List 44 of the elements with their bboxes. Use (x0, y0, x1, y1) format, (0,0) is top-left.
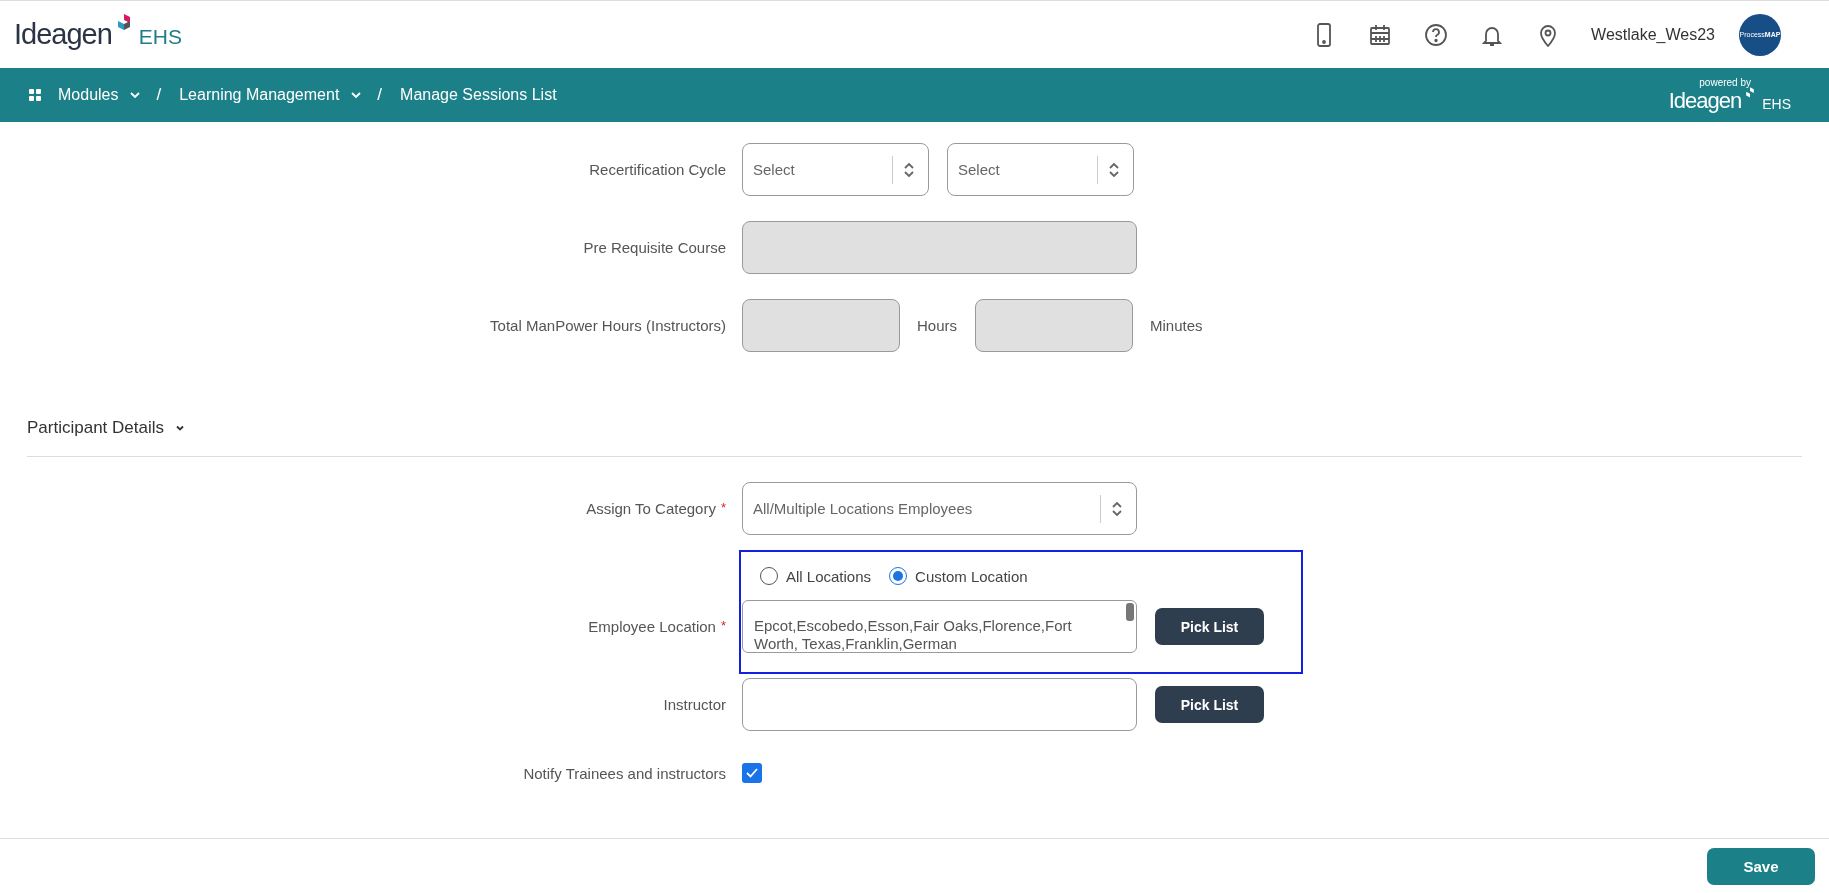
grid-icon (28, 88, 42, 102)
section-title[interactable]: Participant Details (27, 418, 164, 438)
field-label: Employee Location (588, 618, 716, 635)
field-label: Total ManPower Hours (Instructors) (490, 317, 726, 334)
select-placeholder: Select (753, 161, 796, 178)
pick-list-button[interactable]: Pick List (1155, 608, 1264, 645)
scrollbar-thumb[interactable] (1126, 603, 1134, 621)
breadcrumb-link[interactable]: Manage Sessions List (400, 86, 557, 104)
checkbox[interactable] (742, 763, 762, 783)
radio-option[interactable]: Custom Location (889, 567, 1028, 585)
select-value: All/Multiple Locations Employees (753, 500, 974, 517)
up-down-chevron-icon (903, 161, 915, 178)
select-field[interactable]: All/Multiple Locations Employees (742, 482, 1137, 535)
radio-option[interactable]: All Locations (760, 567, 872, 585)
unit-label: Hours (917, 317, 957, 334)
breadcrumb-link[interactable]: Learning Management (179, 86, 364, 104)
logo-wordmark: Ideagen (1668, 87, 1742, 114)
logo-suffix: EHS (1762, 95, 1791, 112)
logo-suffix: EHS (138, 25, 182, 49)
checkmark-icon (745, 766, 759, 780)
field-label: Recertification Cycle (589, 161, 726, 178)
pick-list-button[interactable]: Pick List (1155, 686, 1264, 723)
up-down-chevron-icon (1111, 500, 1123, 517)
field-label: Notify Trainees and instructors (523, 764, 726, 782)
text-field[interactable] (742, 678, 1137, 731)
select-field[interactable]: Select (742, 143, 929, 196)
powered-by-text: powered by (1699, 76, 1751, 88)
breadcrumb-separator: / (377, 85, 383, 105)
location-text-area[interactable]: Epcot,Escobedo,Esson,Fair Oaks,Florence,Fort Worth, Texas,Franklin,German (742, 600, 1137, 653)
field-label: Pre Requisite Course (583, 239, 726, 256)
help-icon[interactable] (1423, 21, 1450, 48)
required-mark: * (720, 618, 726, 635)
unit-label: Minutes (1150, 317, 1203, 334)
save-button[interactable]: Save (1707, 848, 1815, 885)
field-label: Assign To Category (586, 500, 716, 517)
select-placeholder: Select (958, 161, 1001, 178)
user-name[interactable]: Westlake_Wes23 (1591, 25, 1715, 44)
field-label: Instructor (663, 696, 726, 713)
up-down-chevron-icon (1108, 161, 1120, 178)
breadcrumb-separator: / (156, 85, 162, 105)
required-mark: * (720, 500, 726, 517)
breadcrumb-link[interactable]: Modules (28, 86, 143, 104)
logo-wordmark: Ideagen (14, 18, 112, 51)
select-field[interactable]: Select (947, 143, 1134, 196)
